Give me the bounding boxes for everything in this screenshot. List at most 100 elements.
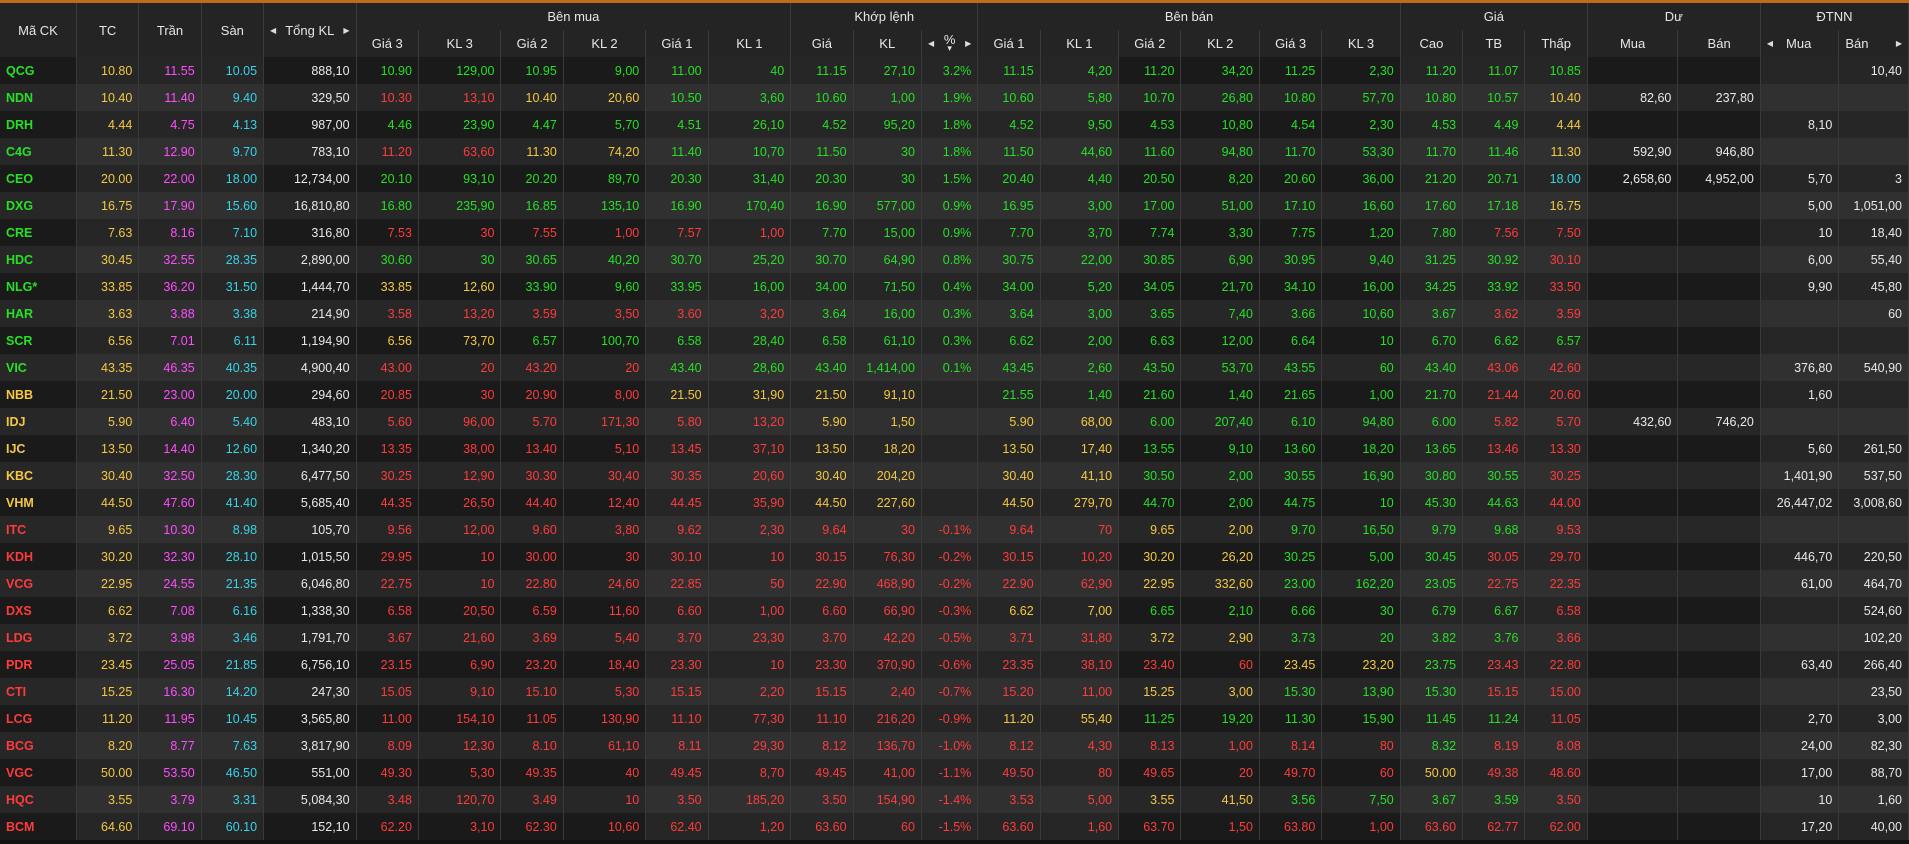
table-row[interactable]: NBB 21.50 23.00 20.00 294,60 20.85 30 20.90 8,00… (0, 381, 1909, 408)
col-buy-3[interactable]: KL 2 (563, 30, 647, 57)
sell-cell: 6.64 (1259, 327, 1323, 354)
table-row[interactable]: C4G 11.30 12.90 9.70 783,10 11.20 63,60 11.30 74… (0, 138, 1909, 165)
table-row[interactable]: IDJ 5.90 6.40 5.40 483,10 5.60 96,00 5.70 171,30… (0, 408, 1909, 435)
table-row[interactable]: NDN 10.40 11.40 9.40 329,50 10.30 13,10 10.40 20… (0, 84, 1909, 111)
symbol-cell[interactable]: NLG* (0, 273, 77, 300)
symbol-cell[interactable]: DXG (0, 192, 77, 219)
table-row[interactable]: IJC 13.50 14.40 12.60 1,340,20 13.35 38,00 13.4… (0, 435, 1909, 462)
col-surplus-1[interactable]: Bán (1677, 30, 1761, 57)
symbol-cell[interactable]: VCG (0, 570, 77, 597)
symbol-cell[interactable]: CRE (0, 219, 77, 246)
col-match-price[interactable]: Giá (790, 30, 854, 57)
symbol-cell[interactable]: LCG (0, 705, 77, 732)
table-row[interactable]: PDR 23.45 25.05 21.85 6,756,10 23.15 6,90 23.20… (0, 651, 1909, 678)
col-total-volume[interactable]: ◀ Tổng KL ▶ (263, 3, 357, 57)
caret-right-icon[interactable]: ▶ (965, 39, 971, 48)
table-row[interactable]: HAR 3.63 3.88 3.38 214,90 3.58 13,20 3.59 3,50 3.… (0, 300, 1909, 327)
symbol-cell[interactable]: QCG (0, 57, 77, 84)
col-sell-3[interactable]: KL 2 (1180, 30, 1260, 57)
table-row[interactable]: CEO 20.00 22.00 18.00 12,734,00 20.10 93,10 20.… (0, 165, 1909, 192)
caret-left-icon[interactable]: ◀ (1767, 39, 1773, 48)
caret-right-icon[interactable]: ▶ (1896, 39, 1902, 48)
sell-cell: 13,90 (1321, 678, 1401, 705)
col-sell-2[interactable]: Giá 2 (1118, 30, 1182, 57)
symbol-cell[interactable]: KDH (0, 543, 77, 570)
symbol-cell[interactable]: NBB (0, 381, 77, 408)
high-avg-low-cell: 9.79 (1400, 516, 1464, 543)
col-match-volume[interactable]: KL (853, 30, 922, 57)
symbol-cell[interactable]: SCR (0, 327, 77, 354)
table-row[interactable]: BCG 8.20 8.77 7.63 3,817,90 8.09 12,30 8.10 61,1… (0, 732, 1909, 759)
col-symbol[interactable]: Mã CK (0, 3, 77, 57)
col-ref[interactable]: TC (76, 3, 140, 57)
sort-desc-icon[interactable]: ▾ (947, 43, 952, 52)
col-sell-1[interactable]: KL 1 (1040, 30, 1120, 57)
table-row[interactable]: VIC 43.35 46.35 40.35 4,900,40 43.00 20 43.20 20… (0, 354, 1909, 381)
symbol-cell[interactable]: DRH (0, 111, 77, 138)
col-buy-4[interactable]: Giá 1 (645, 30, 709, 57)
symbol-cell[interactable]: CTI (0, 678, 77, 705)
table-row[interactable]: VGC 50.00 53.50 46.50 551,00 49.30 5,30 49.35 40… (0, 759, 1909, 786)
table-row[interactable]: KDH 30.20 32.30 28.10 1,015,50 29.95 10 30.00 30… (0, 543, 1909, 570)
table-row[interactable]: NLG* 33.85 36.20 31.50 1,444,70 33.85 12,60 33.… (0, 273, 1909, 300)
col-surplus-0[interactable]: Mua (1587, 30, 1679, 57)
col-buy-5[interactable]: KL 1 (708, 30, 792, 57)
caret-left-icon[interactable]: ◀ (928, 39, 934, 48)
symbol-cell[interactable]: PDR (0, 651, 77, 678)
symbol-cell[interactable]: HQC (0, 786, 77, 813)
caret-right-icon[interactable]: ▶ (343, 26, 349, 35)
match-cell: 13.50 (790, 435, 854, 462)
table-row[interactable]: ITC 9.65 10.30 8.98 105,70 9.56 12,00 9.60 3,80 9… (0, 516, 1909, 543)
symbol-cell[interactable]: CEO (0, 165, 77, 192)
table-row[interactable]: VHM 44.50 47.60 41.40 5,685,40 44.35 26,50 44.4… (0, 489, 1909, 516)
symbol-cell[interactable]: HDC (0, 246, 77, 273)
symbol-cell[interactable]: VIC (0, 354, 77, 381)
col-price-2[interactable]: Thấp (1524, 30, 1588, 57)
table-row[interactable]: DXG 16.75 17.90 15.60 16,810,80 16.80 235,90 16… (0, 192, 1909, 219)
col-foreign-buy[interactable]: ◀ Mua (1760, 30, 1840, 57)
table-row[interactable]: HQC 3.55 3.79 3.31 5,084,30 3.48 120,70 3.49 10 3… (0, 786, 1909, 813)
table-row[interactable]: LDG 3.72 3.98 3.46 1,791,70 3.67 21,60 3.69 5,40… (0, 624, 1909, 651)
col-ceiling[interactable]: Trần (138, 3, 202, 57)
ceiling-price-cell: 23.00 (138, 381, 202, 408)
symbol-cell[interactable]: NDN (0, 84, 77, 111)
symbol-cell[interactable]: IDJ (0, 408, 77, 435)
table-row[interactable]: VCG 22.95 24.55 21.35 6,046,80 22.75 10 22.80 24… (0, 570, 1909, 597)
table-row[interactable]: CRE 7.63 8.16 7.10 316,80 7.53 30 7.55 1,00 7.57 1… (0, 219, 1909, 246)
symbol-cell[interactable]: BCM (0, 813, 77, 840)
table-row[interactable]: BCM 64.60 69.10 60.10 152,10 62.20 3,10 62.30 10… (0, 813, 1909, 840)
col-price-1[interactable]: TB (1462, 30, 1526, 57)
col-price-0[interactable]: Cao (1400, 30, 1464, 57)
col-sell-4[interactable]: Giá 3 (1259, 30, 1323, 57)
symbol-cell[interactable]: VHM (0, 489, 77, 516)
col-buy-1[interactable]: KL 3 (418, 30, 502, 57)
col-buy-0[interactable]: Giá 3 (356, 30, 419, 57)
col-foreign-sell[interactable]: Bán ▶ (1838, 30, 1909, 57)
symbol-cell[interactable]: IJC (0, 435, 77, 462)
symbol-cell[interactable]: VGC (0, 759, 77, 786)
table-row[interactable]: LCG 11.20 11.95 10.45 3,565,80 11.00 154,10 11.… (0, 705, 1909, 732)
table-row[interactable]: CTI 15.25 16.30 14.20 247,30 15.05 9,10 15.10 5,… (0, 678, 1909, 705)
table-row[interactable]: QCG 10.80 11.55 10.05 888,10 10.90 129,00 10.95… (0, 57, 1909, 84)
col-buy-2[interactable]: Giá 2 (500, 30, 564, 57)
col-floor[interactable]: Sàn (201, 3, 265, 57)
table-row[interactable]: DXS 6.62 7.08 6.16 1,338,30 6.58 20,50 6.59 11,6… (0, 597, 1909, 624)
table-row[interactable]: KBC 30.40 32.50 28.30 6,477,50 30.25 12,90 30.3… (0, 462, 1909, 489)
table-row[interactable]: HDC 30.45 32.55 28.35 2,890,00 30.60 30 30.65 40… (0, 246, 1909, 273)
symbol-cell[interactable]: ITC (0, 516, 77, 543)
symbol-cell[interactable]: DXS (0, 597, 77, 624)
symbol-cell[interactable]: C4G (0, 138, 77, 165)
col-match-percent[interactable]: ◀% ▾ ▶ (921, 30, 979, 57)
symbol-cell[interactable]: LDG (0, 624, 77, 651)
col-sell-5[interactable]: KL 3 (1321, 30, 1401, 57)
caret-left-icon[interactable]: ◀ (270, 26, 276, 35)
symbol-cell[interactable]: KBC (0, 462, 77, 489)
ref-price-cell: 8.20 (76, 732, 140, 759)
table-row[interactable]: SCR 6.56 7.01 6.11 1,194,90 6.56 73,70 6.57 100,… (0, 327, 1909, 354)
table-row[interactable]: DRH 4.44 4.75 4.13 987,00 4.46 23,90 4.47 5,70 4.… (0, 111, 1909, 138)
foreign-cell: 3,008,60 (1838, 489, 1909, 516)
col-sell-0[interactable]: Giá 1 (977, 30, 1041, 57)
foreign-cell (1838, 111, 1909, 138)
symbol-cell[interactable]: HAR (0, 300, 77, 327)
symbol-cell[interactable]: BCG (0, 732, 77, 759)
